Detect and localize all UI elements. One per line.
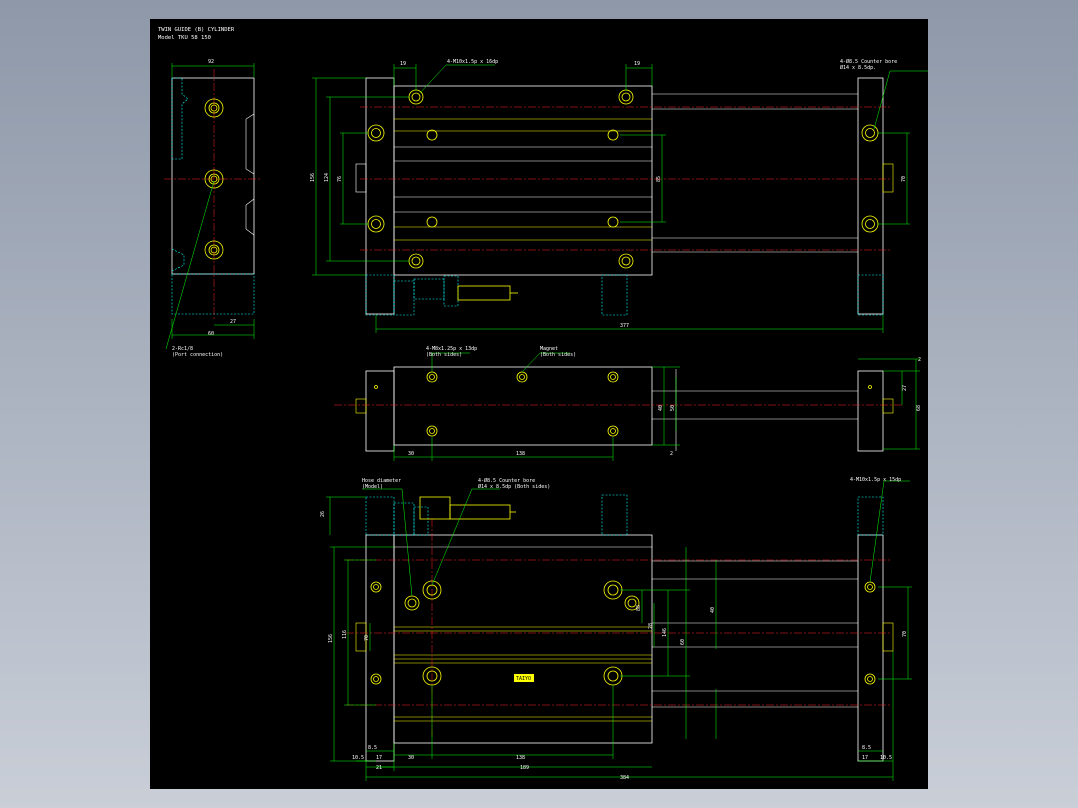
cad-drawing: TWIN GUIDE (B) CYLINDER Model TKU 58 150… (158, 27, 928, 781)
bottom-dim-overall-b: 384 (620, 775, 629, 781)
bottom-dim-top-left: 26 (320, 511, 326, 517)
bottom-dim-base-b: 138 (516, 755, 525, 761)
side-dim-top: 92 (208, 59, 214, 65)
top-cb-note-2: Ø14 x 8.5dp. (840, 64, 876, 71)
bottom-dim-height: 156 (328, 634, 334, 643)
bottom-dim-right-lower: 40 (710, 607, 716, 613)
bottom-cb-note: 4-Ø8.5 Counter bore (478, 477, 535, 484)
drawing-title: TWIN GUIDE (B) CYLINDER (158, 27, 235, 33)
drawing-model: Model TKU 58 150 (158, 35, 211, 41)
mid-dim-inner-b: 50 (670, 405, 676, 411)
bottom-dim-overall-a: 189 (520, 765, 529, 771)
bottom-plate: TAIYO (516, 676, 531, 682)
top-view: 19 19 156 124 76 85 70 377 4-M10x1.5p x … (310, 58, 928, 333)
bottom-dim-inner: 116 (342, 630, 348, 639)
bottom-dim-pitch-a: 88 (636, 605, 642, 611)
side-view: 92 60 27 2-Rc1/8 (Port connection) (164, 59, 260, 358)
bottom-dim-pitch-b: 28 (648, 623, 654, 629)
bottom-dim-base-a: 30 (408, 755, 414, 761)
side-dim-right: 27 (230, 319, 236, 325)
mid-tap-note-2: (Both sides) (426, 352, 462, 358)
top-dim-left: 19 (400, 61, 406, 67)
bottom-dim-right-a: 8.5 (862, 745, 871, 751)
bottom-dim-left-c: 17 (376, 755, 382, 761)
bottom-dim-right-height: 146 (662, 628, 668, 637)
bottom-dim-right-small: 60 (680, 639, 686, 645)
top-tap-note: 4-M10x1.5p x 16dp (447, 59, 498, 65)
top-dim-height: 156 (310, 173, 316, 182)
top-dim-inner: 124 (324, 173, 330, 182)
bottom-dim-left-a: 8.5 (368, 745, 377, 751)
mid-dim-left: 30 (408, 451, 414, 457)
bottom-cb-note-2: Ø14 x 8.5dp (Both sides) (478, 483, 550, 490)
mid-dim-right-b: 68 (916, 405, 922, 411)
top-dim-length: 377 (620, 323, 629, 329)
bottom-view: TAIYO 26 156 116 70 88 28 146 60 40 70 8… (320, 477, 912, 781)
top-dim-rod: 76 (337, 176, 343, 182)
side-port-note-2: (Port connection) (172, 352, 223, 358)
top-cb-note-1: 4-Ø8.5 Counter bore (840, 58, 897, 65)
bottom-dim-right-b: 17 (862, 755, 868, 761)
mid-dim-bottom-right: 2 (670, 451, 673, 457)
mid-dim-pitch: 138 (516, 451, 525, 457)
bottom-hose-note-2: (Model) (362, 484, 383, 490)
mid-dim-right-top: 2 (918, 357, 921, 363)
middle-view: 30 138 2 27 68 40 50 2 4-M8x1.25p x 13dp… (334, 346, 922, 461)
top-dim-rod-right: 70 (901, 176, 907, 182)
bottom-dim-left-b: 10.5 (352, 755, 364, 761)
side-dim-bottom: 60 (208, 331, 214, 337)
mid-dim-right-a: 27 (902, 385, 908, 391)
mid-dim-inner-a: 40 (658, 405, 664, 411)
bottom-tap-note: 4-M10x1.5p x 15dp (850, 477, 901, 483)
bottom-dim-left-d: 21 (376, 765, 382, 771)
bottom-dim-right-rod: 70 (902, 631, 908, 637)
top-dim-pitch: 85 (656, 176, 662, 182)
bottom-dim-center: 70 (364, 635, 370, 641)
bottom-dim-right-c: 10.5 (880, 755, 892, 761)
top-dim-right: 19 (634, 61, 640, 67)
cad-drawing-area: TWIN GUIDE (B) CYLINDER Model TKU 58 150… (150, 19, 928, 789)
mid-magnet-note-2: (Both sides) (540, 352, 576, 358)
